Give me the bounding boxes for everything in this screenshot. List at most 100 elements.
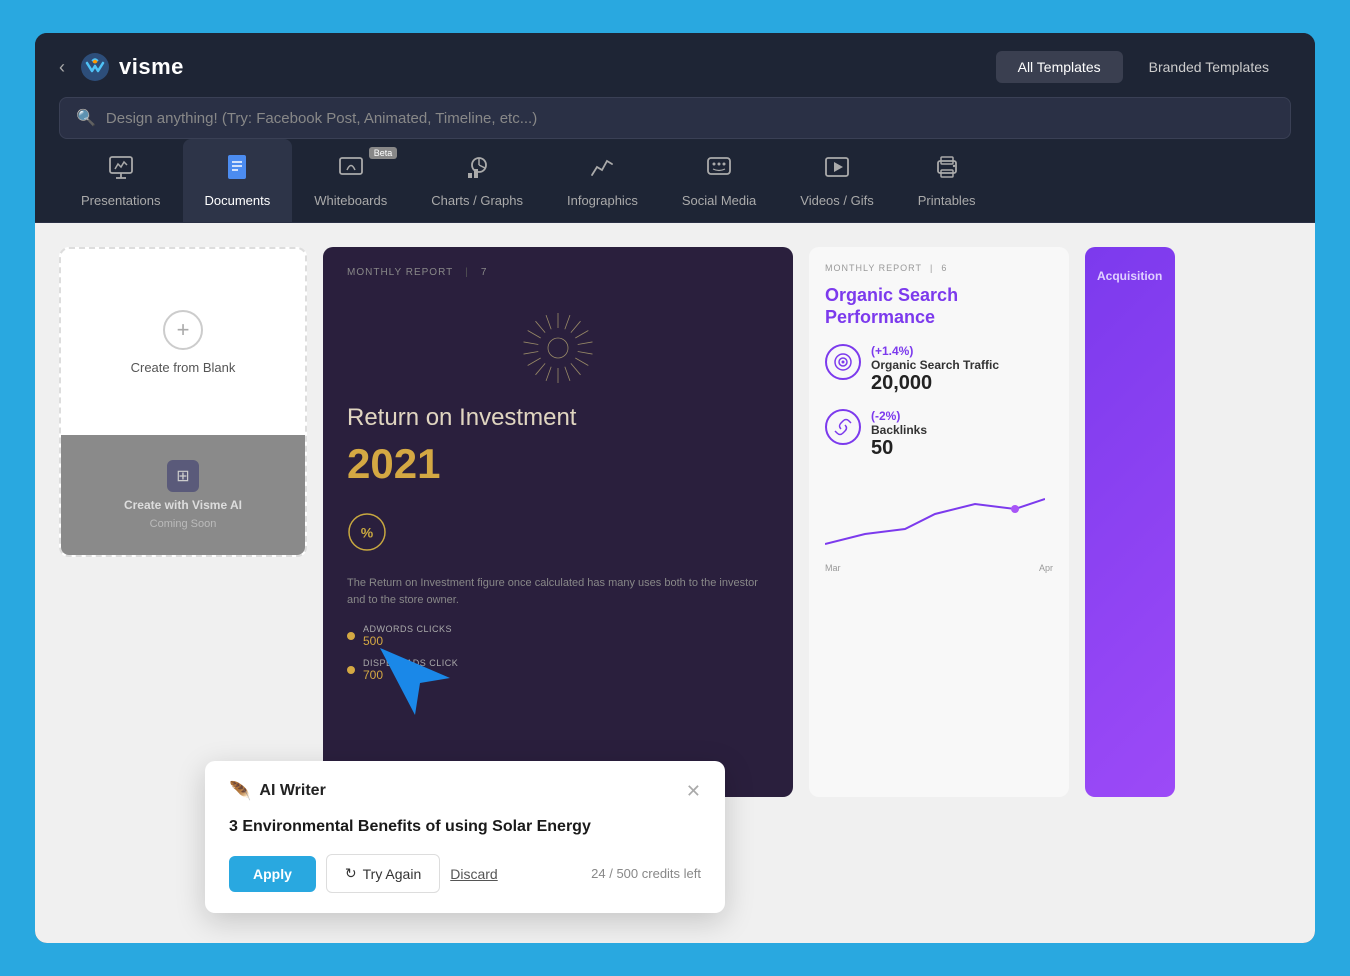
metric-row-1: (+1.4%) Organic Search Traffic 20,000 — [825, 344, 1053, 395]
metric-dot-2 — [347, 666, 355, 674]
popup-title-area: 🪶 AI Writer — [229, 781, 326, 802]
visme-logo-icon — [79, 51, 111, 83]
whiteboards-label: Whiteboards — [314, 193, 387, 208]
quill-icon: 🪶 — [229, 781, 251, 802]
chart-label-mar: Mar — [825, 563, 841, 573]
ai-icon: ⊞ — [167, 460, 199, 492]
beta-badge: Beta — [369, 147, 398, 159]
light-report-number: 6 — [941, 263, 947, 273]
presentations-label: Presentations — [81, 193, 161, 208]
social-media-icon — [705, 153, 733, 185]
metric-dot-1 — [347, 632, 355, 640]
documents-icon — [223, 153, 251, 185]
infographics-label: Infographics — [567, 193, 638, 208]
printables-label: Printables — [918, 193, 976, 208]
pointer-arrow-icon — [375, 643, 455, 723]
videos-label: Videos / Gifs — [800, 193, 873, 208]
light-report-label: MONTHLY REPORT — [825, 263, 922, 273]
documents-label: Documents — [205, 193, 271, 208]
popup-close-button[interactable]: ✕ — [686, 781, 701, 802]
chart-labels: Mar Apr — [825, 563, 1053, 573]
template-tabs: All Templates Branded Templates — [996, 51, 1291, 83]
blank-top: + Create from Blank — [61, 249, 305, 435]
videos-icon — [823, 153, 851, 185]
performance-chart — [825, 484, 1045, 554]
sidebar-item-charts[interactable]: Charts / Graphs — [409, 139, 545, 222]
create-from-blank-card[interactable]: + Create from Blank ⊞ Create with Visme … — [59, 247, 307, 557]
all-templates-tab[interactable]: All Templates — [996, 51, 1123, 83]
chart-label-apr: Apr — [1039, 563, 1053, 573]
purple-template-card[interactable]: Acquisition — [1085, 247, 1175, 797]
metric-row-2: (-2%) Backlinks 50 — [825, 409, 1053, 460]
printables-icon — [933, 153, 961, 185]
logo-text: visme — [119, 54, 184, 80]
infographics-icon — [588, 153, 616, 185]
sidebar-item-whiteboards[interactable]: Beta Whiteboards — [292, 139, 409, 222]
search-icon: 🔍 — [76, 108, 96, 128]
ai-label: Create with Visme AI — [124, 498, 242, 512]
plus-icon: + — [163, 310, 203, 350]
popup-header: 🪶 AI Writer ✕ — [229, 781, 701, 802]
roi-title: Return on Investment — [347, 404, 769, 432]
refresh-icon: ↻ — [345, 865, 357, 882]
charts-label: Charts / Graphs — [431, 193, 523, 208]
sidebar-item-printables[interactable]: Printables — [896, 139, 998, 222]
popup-actions: Apply ↻ Try Again Discard 24 / 500 credi… — [229, 854, 701, 893]
sunburst-icon — [518, 308, 598, 388]
target-icon — [833, 352, 853, 372]
charts-icon — [463, 153, 491, 185]
sidebar-item-documents[interactable]: Documents — [183, 139, 293, 222]
try-again-button[interactable]: ↻ Try Again — [326, 854, 440, 893]
metric-number-1: 20,000 — [871, 372, 999, 395]
social-media-label: Social Media — [682, 193, 756, 208]
back-button[interactable]: ‹ — [59, 57, 65, 78]
light-template-card[interactable]: MONTHLY REPORT | 6 Organic Search Perfor… — [809, 247, 1069, 797]
sunburst-container — [347, 308, 769, 388]
report-divider: | — [465, 267, 469, 278]
metric-info-2: (-2%) Backlinks 50 — [871, 409, 927, 460]
apply-button[interactable]: Apply — [229, 856, 316, 892]
dark-report-number: 7 — [481, 267, 488, 278]
category-nav: Presentations Documents Beta Whi — [35, 139, 1315, 223]
metric-label-text-1: ADWORDS CLICKS — [363, 624, 452, 634]
credits-info: 24 / 500 credits left — [591, 866, 701, 881]
metric-change-2: (-2%) — [871, 409, 927, 423]
roi-year: 2021 — [347, 440, 769, 488]
metric-info-1: (+1.4%) Organic Search Traffic 20,000 — [871, 344, 999, 395]
svg-text:%: % — [361, 525, 374, 541]
dark-report-header: MONTHLY REPORT | 7 — [347, 267, 769, 278]
metric-change-1: (+1.4%) — [871, 344, 999, 358]
arrow-pointer — [375, 643, 455, 728]
ai-card-bottom: ⊞ Create with Visme AI Coming Soon — [61, 435, 305, 555]
content-area: + Create from Blank ⊞ Create with Visme … — [35, 223, 1315, 943]
metric-name-2: Backlinks — [871, 423, 927, 437]
light-divider: | — [930, 263, 933, 273]
sidebar-item-social-media[interactable]: Social Media — [660, 139, 778, 222]
presentations-icon — [107, 153, 135, 185]
sidebar-item-videos[interactable]: Videos / Gifs — [778, 139, 895, 222]
light-report-header: MONTHLY REPORT | 6 — [825, 263, 1053, 273]
metric-circle-1 — [825, 344, 861, 380]
create-blank-label: Create from Blank — [131, 360, 236, 375]
logo-area: ‹ visme — [59, 51, 184, 83]
metric-circle-2 — [825, 409, 861, 445]
acquisition-label: Acquisition — [1085, 257, 1175, 295]
sidebar-item-infographics[interactable]: Infographics — [545, 139, 660, 222]
metric-number-2: 50 — [871, 437, 927, 460]
organic-title: Organic Search Performance — [825, 285, 1053, 328]
description-text: The Return on Investment figure once cal… — [347, 575, 769, 608]
discard-button[interactable]: Discard — [450, 866, 497, 882]
light-template-inner: MONTHLY REPORT | 6 Organic Search Perfor… — [809, 247, 1069, 797]
try-again-label: Try Again — [363, 866, 422, 882]
dark-report-label: MONTHLY REPORT — [347, 267, 453, 278]
header-top: ‹ visme All Templates Branded Templates — [59, 51, 1291, 83]
backlinks-icon — [833, 417, 853, 437]
search-placeholder: Design anything! (Try: Facebook Post, An… — [106, 110, 537, 127]
main-window: ‹ visme All Templates Branded Templates … — [35, 33, 1315, 943]
whiteboards-icon — [337, 153, 365, 185]
sidebar-item-presentations[interactable]: Presentations — [59, 139, 183, 222]
ai-writer-popup: 🪶 AI Writer ✕ 3 Environmental Benefits o… — [205, 761, 725, 913]
popup-title: AI Writer — [259, 782, 325, 800]
branded-templates-tab[interactable]: Branded Templates — [1127, 51, 1291, 83]
search-bar[interactable]: 🔍 Design anything! (Try: Facebook Post, … — [59, 97, 1291, 139]
